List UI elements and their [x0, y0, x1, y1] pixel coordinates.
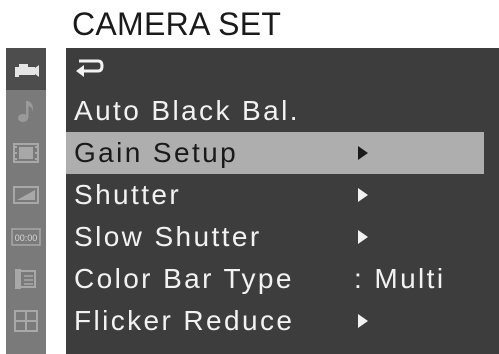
menu-item-auto-black-balance[interactable]: Auto Black Bal.: [66, 90, 499, 132]
menu-item-color-bar-type[interactable]: Color Bar Type : Multi: [66, 258, 499, 300]
display-icon[interactable]: [6, 174, 46, 216]
submenu-arrow-icon: [358, 146, 368, 160]
menu-item-flicker-reduce[interactable]: Flicker Reduce: [66, 300, 499, 342]
submenu-arrow-icon: [358, 230, 368, 244]
menu-item-label: Slow Shutter: [74, 221, 262, 252]
grid-icon[interactable]: [6, 300, 46, 342]
menu-title: CAMERA SET: [72, 6, 282, 42]
menu-item-label: Auto Black Bal.: [74, 95, 300, 126]
submenu-arrow-icon: [358, 188, 368, 202]
menu-item-label: Flicker Reduce: [74, 305, 295, 336]
menu-item-label: Color Bar Type: [74, 263, 294, 294]
menu-item-value: : Multi: [354, 263, 446, 294]
submenu-arrow-icon: [358, 314, 368, 328]
menu-item-shutter[interactable]: Shutter: [66, 174, 499, 216]
camera-set-menu: Auto Black Bal. Gain Setup Shutter Slow …: [66, 48, 499, 354]
film-icon[interactable]: [6, 132, 46, 174]
menu-item-label: Shutter: [74, 179, 182, 210]
return-icon: [76, 59, 104, 77]
return-button[interactable]: [66, 48, 499, 90]
menu-item-slow-shutter[interactable]: Slow Shutter: [66, 216, 499, 258]
category-sidebar: 00:00: [6, 48, 46, 354]
music-note-icon[interactable]: [6, 90, 46, 132]
menu-item-label: Gain Setup: [74, 137, 239, 168]
camera-icon[interactable]: [6, 48, 46, 90]
menu-item-gain-setup[interactable]: Gain Setup: [66, 132, 484, 174]
timecode-icon[interactable]: 00:00: [6, 216, 46, 258]
timecode-text: 00:00: [15, 233, 38, 243]
media-icon[interactable]: [6, 258, 46, 300]
